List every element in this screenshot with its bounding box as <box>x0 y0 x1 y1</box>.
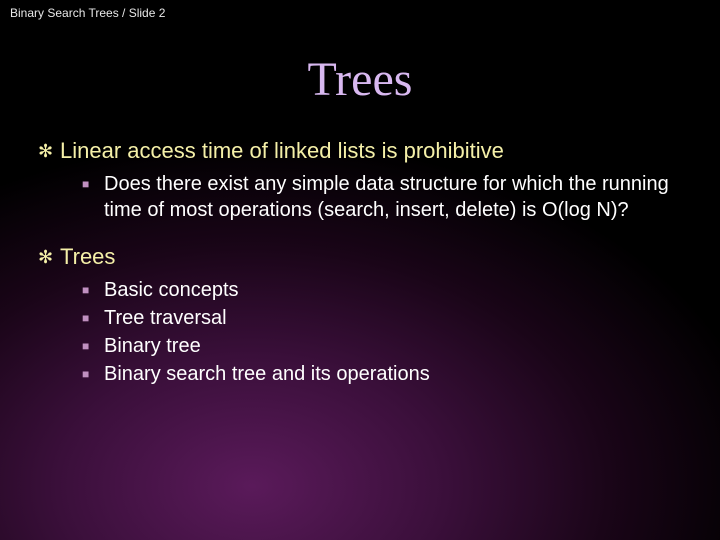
star-bullet-icon: ✻ <box>38 137 60 165</box>
bullet-text: Basic concepts <box>104 277 688 303</box>
bullet-text: Binary tree <box>104 333 688 359</box>
slide-header: Binary Search Trees / Slide 2 <box>0 0 720 24</box>
square-bullet-icon: ■ <box>82 361 104 387</box>
star-bullet-icon: ✻ <box>38 243 60 271</box>
bullet-level2: ■ Tree traversal <box>82 305 688 331</box>
slide-content: ✻ Linear access time of linked lists is … <box>0 137 720 387</box>
square-bullet-icon: ■ <box>82 277 104 303</box>
bullet-text: Tree traversal <box>104 305 688 331</box>
bullet-level2: ■ Binary tree <box>82 333 688 359</box>
bullet-level1: ✻ Trees <box>38 243 688 271</box>
bullet-level2: ■ Binary search tree and its operations <box>82 361 688 387</box>
square-bullet-icon: ■ <box>82 305 104 331</box>
slide-title: Trees <box>0 52 720 107</box>
bullet-level2: ■ Does there exist any simple data struc… <box>82 171 688 223</box>
bullet-level1: ✻ Linear access time of linked lists is … <box>38 137 688 165</box>
bullet-level2: ■ Basic concepts <box>82 277 688 303</box>
bullet-text: Binary search tree and its operations <box>104 361 688 387</box>
breadcrumb: Binary Search Trees / Slide 2 <box>10 6 165 20</box>
square-bullet-icon: ■ <box>82 333 104 359</box>
bullet-text: Does there exist any simple data structu… <box>104 171 688 223</box>
bullet-text: Trees <box>60 243 688 271</box>
square-bullet-icon: ■ <box>82 171 104 197</box>
bullet-text: Linear access time of linked lists is pr… <box>60 137 688 165</box>
